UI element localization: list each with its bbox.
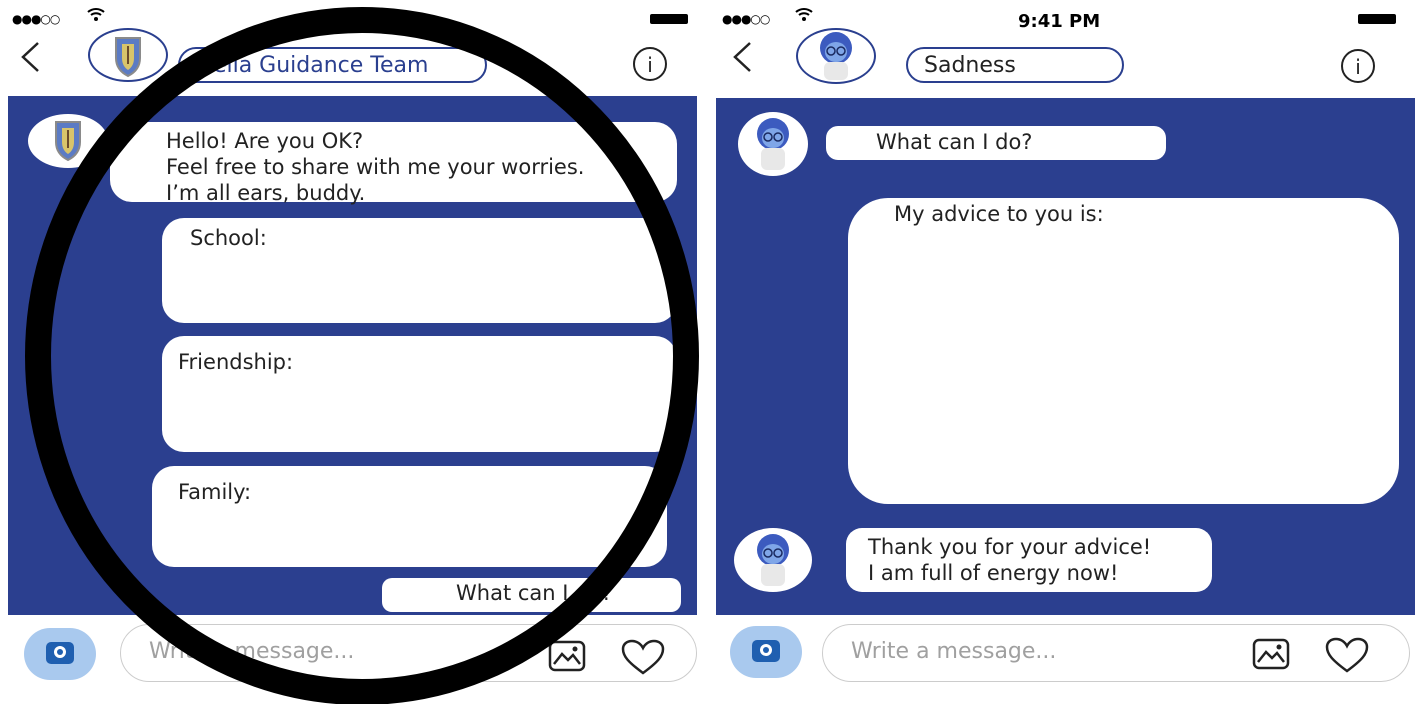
image-icon xyxy=(1252,638,1290,670)
thanks-bubble: Thank you for your advice! I am full of … xyxy=(846,528,1212,592)
camera-button[interactable] xyxy=(730,626,802,678)
image-button[interactable] xyxy=(1252,638,1290,674)
what-can-bubble: What can I do? xyxy=(826,126,1166,160)
thanks-text: Thank you for your advice! I am full of … xyxy=(868,535,1152,585)
sadness-avatar-icon xyxy=(820,32,852,80)
wifi-icon xyxy=(794,6,814,27)
message-avatar xyxy=(738,112,808,176)
battery-icon xyxy=(1358,14,1396,24)
message-avatar xyxy=(734,528,812,592)
contact-name[interactable]: Sadness xyxy=(906,47,1124,83)
heart-icon xyxy=(1325,637,1369,673)
heart-button[interactable] xyxy=(1324,636,1370,678)
highlight-circle xyxy=(25,7,699,704)
chat-area: What can I do? My advice to you is: Than… xyxy=(716,98,1415,615)
advice-label: My advice to you is: xyxy=(894,202,1104,226)
sadness-avatar-icon xyxy=(757,534,789,586)
what-can-text: What can I do? xyxy=(876,130,1033,154)
advice-field[interactable]: My advice to you is: xyxy=(848,198,1399,504)
chevron-left-icon xyxy=(733,42,751,72)
info-button[interactable]: i xyxy=(1341,49,1375,83)
back-button[interactable] xyxy=(730,40,754,81)
sadness-avatar-icon xyxy=(757,118,789,170)
message-input[interactable]: Write a message... xyxy=(822,624,1410,682)
message-composer: Write a message... xyxy=(712,616,1419,704)
contact-avatar[interactable] xyxy=(796,28,876,84)
signal-indicator: ●●●○○ xyxy=(722,12,770,26)
status-time: 9:41 PM xyxy=(1018,11,1101,32)
right-phone-screen: ●●●○○ 9:41 PM Sadness i What can I do? M… xyxy=(712,0,1419,704)
